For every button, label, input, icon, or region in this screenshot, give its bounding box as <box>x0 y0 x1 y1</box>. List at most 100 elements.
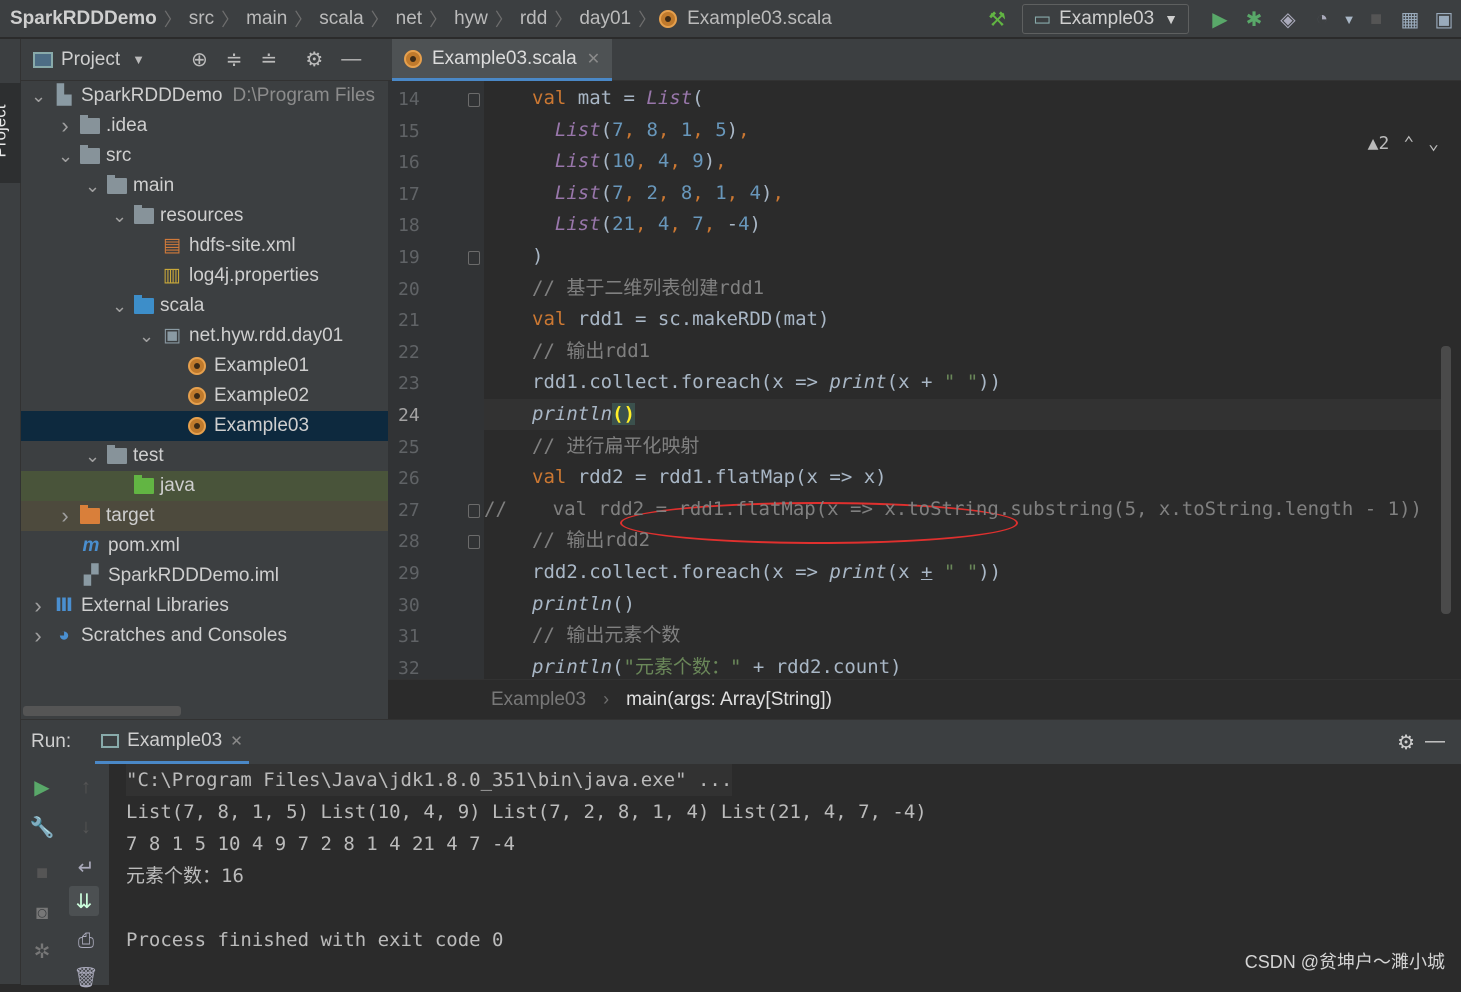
tree-item[interactable]: › ◕ Scratches and Consoles <box>21 621 388 651</box>
chevron-right-icon[interactable]: › <box>58 503 72 529</box>
fold-marker-icon[interactable] <box>468 93 480 107</box>
tree-item[interactable]: ⌄ scala <box>21 291 388 321</box>
settings-icon[interactable]: ✲ <box>27 936 57 966</box>
coverage-icon[interactable]: ◈ <box>1271 2 1305 36</box>
debug-icon[interactable]: ✱ <box>1237 2 1271 36</box>
code-line[interactable]: List(10, 4, 9), <box>532 146 727 177</box>
code-line[interactable]: // val rdd2 = rdd1.flatMap(x => x.toStri… <box>484 494 1422 525</box>
arrow-down-icon[interactable]: ↓ <box>71 812 101 842</box>
tree-item[interactable]: › Ⅲ External Libraries <box>21 591 388 621</box>
run-config-select[interactable]: ▭ Example03 ▼ <box>1022 4 1189 34</box>
chevron-down-icon[interactable]: ⌄ <box>58 146 73 167</box>
tree-item[interactable]: ▤ hdfs-site.xml <box>21 231 388 261</box>
chevron-down-icon[interactable]: ⌄ <box>112 296 127 317</box>
close-icon[interactable]: ✕ <box>587 49 600 69</box>
tree-item[interactable]: ▥ log4j.properties <box>21 261 388 291</box>
tree-item[interactable]: ⌄ ▣ net.hyw.rdd.day01 <box>21 321 388 351</box>
profile-icon[interactable]: ◔ <box>1305 2 1339 36</box>
tree-item[interactable]: ⌄ test <box>21 441 388 471</box>
camera-icon[interactable]: ◙ <box>27 898 57 928</box>
breadcrumb-method[interactable]: main(args: Array[String]) <box>626 689 832 711</box>
collapse-all-icon[interactable]: ≐ <box>261 47 278 72</box>
chevron-right-icon[interactable]: › <box>31 593 45 619</box>
hide-icon[interactable]: — <box>341 48 361 71</box>
print-icon[interactable]: ⎙ <box>71 926 101 956</box>
gear-icon[interactable]: ⚙ <box>1397 730 1415 755</box>
code-line[interactable]: println() <box>532 399 635 430</box>
breadcrumb-item[interactable]: hyw <box>450 8 492 30</box>
chevron-down-icon[interactable]: ⌄ <box>139 326 154 347</box>
code-line[interactable]: // 输出rdd1 <box>532 336 650 367</box>
terminal-icon[interactable]: ▣ <box>1427 2 1461 36</box>
scroll-to-end-icon[interactable]: ⇊ <box>69 886 99 916</box>
code-line[interactable]: // 输出rdd2 <box>532 525 650 556</box>
code-line[interactable]: ) <box>532 241 543 272</box>
vertical-scrollbar[interactable] <box>1441 346 1451 614</box>
code-area[interactable]: ▲2 ⌃ ⌄ val mat = List( List(7, 8, 1, 5),… <box>484 81 1461 679</box>
project-side-tab[interactable]: Project <box>0 83 21 183</box>
tree-item[interactable]: › target <box>21 501 388 531</box>
stop-icon[interactable]: ■ <box>1359 2 1393 36</box>
build-hammer-icon[interactable]: ⚒ <box>980 2 1014 36</box>
wrench-icon[interactable]: 🔧 <box>27 812 57 842</box>
inspection-widget[interactable]: ▲2 ⌃ ⌄ <box>1368 133 1439 154</box>
tree-item[interactable]: ⌄ main <box>21 171 388 201</box>
tree-item[interactable]: m pom.xml <box>21 531 388 561</box>
run-icon[interactable]: ▶ <box>1203 2 1237 36</box>
chevron-down-icon[interactable]: ⌄ <box>31 86 46 107</box>
code-line[interactable]: // 基于二维列表创建rdd1 <box>532 273 764 304</box>
trash-icon[interactable]: 🗑 <box>71 962 101 992</box>
tree-item[interactable]: ⌄ resources <box>21 201 388 231</box>
code-line[interactable]: List(7, 8, 1, 5), <box>532 115 750 146</box>
tree-item[interactable]: ⌄ ▙ SparkRDDDemo D:\Program Files <box>21 81 388 111</box>
code-line[interactable]: // 进行扁平化映射 <box>532 431 699 462</box>
fold-marker-icon[interactable] <box>468 251 480 265</box>
chevron-down-icon[interactable]: ▼ <box>132 52 145 67</box>
expand-all-icon[interactable]: ≑ <box>226 47 243 72</box>
breadcrumb-item[interactable]: Example03.scala <box>683 8 836 30</box>
tree-item[interactable]: ⌄ src <box>21 141 388 171</box>
hide-icon[interactable]: — <box>1425 730 1445 753</box>
chevron-up-icon[interactable]: ⌃ <box>1403 133 1414 154</box>
breadcrumb-item[interactable]: net <box>392 8 426 30</box>
horizontal-scrollbar[interactable] <box>23 706 181 716</box>
code-line[interactable]: println() <box>532 589 635 620</box>
code-line[interactable]: val mat = List( <box>532 83 704 114</box>
run-tab[interactable]: Example03 ✕ <box>95 720 249 764</box>
close-icon[interactable]: ✕ <box>230 732 243 750</box>
tree-item[interactable]: Example02 <box>21 381 388 411</box>
locate-icon[interactable]: ⊕ <box>191 47 208 72</box>
breadcrumb-item[interactable]: main <box>242 8 291 30</box>
chevron-down-icon[interactable]: ⌄ <box>112 206 127 227</box>
tree-item[interactable]: Example01 <box>21 351 388 381</box>
code-line[interactable]: val rdd2 = rdd1.flatMap(x => x) <box>532 462 887 493</box>
breadcrumb-item[interactable]: scala <box>315 8 367 30</box>
rerun-icon[interactable]: ▶ <box>27 772 57 802</box>
tree-item[interactable]: Example03 <box>21 411 388 441</box>
chevron-down-icon[interactable]: ⌄ <box>85 176 100 197</box>
chevron-down-icon[interactable]: ⌄ <box>85 446 100 467</box>
stop-icon[interactable]: ■ <box>27 858 57 888</box>
code-line[interactable]: List(7, 2, 8, 1, 4), <box>532 178 784 209</box>
code-line[interactable]: println("元素个数：" + rdd2.count) <box>532 652 902 679</box>
breadcrumb-item[interactable]: SparkRDDDemo <box>6 8 161 30</box>
tree-item[interactable]: › .idea <box>21 111 388 141</box>
code-line[interactable]: List(21, 4, 7, -4) <box>532 209 761 240</box>
tree-item[interactable]: java <box>21 471 388 501</box>
project-structure-icon[interactable]: ▦ <box>1393 2 1427 36</box>
code-line[interactable]: // 输出元素个数 <box>532 620 680 651</box>
code-line[interactable]: rdd1.collect.foreach(x => print(x + " ")… <box>532 367 1001 398</box>
chevron-right-icon[interactable]: › <box>58 113 72 139</box>
code-line[interactable]: val rdd1 = sc.makeRDD(mat) <box>532 304 829 335</box>
gear-icon[interactable]: ⚙ <box>305 47 323 72</box>
arrow-up-icon[interactable]: ↑ <box>71 772 101 802</box>
tree-item[interactable]: ▞ SparkRDDDemo.iml <box>21 561 388 591</box>
fold-marker-icon[interactable] <box>468 535 480 550</box>
chevron-right-icon[interactable]: › <box>31 623 45 649</box>
soft-wrap-icon[interactable]: ↵ <box>71 852 101 882</box>
breadcrumb-class[interactable]: Example03 <box>491 689 586 711</box>
chevron-down-icon[interactable]: ⌄ <box>1428 133 1439 154</box>
fold-marker-icon[interactable] <box>468 503 480 518</box>
chevron-down-icon[interactable]: ▼ <box>1339 2 1359 36</box>
project-view-select[interactable]: Project <box>61 49 120 71</box>
